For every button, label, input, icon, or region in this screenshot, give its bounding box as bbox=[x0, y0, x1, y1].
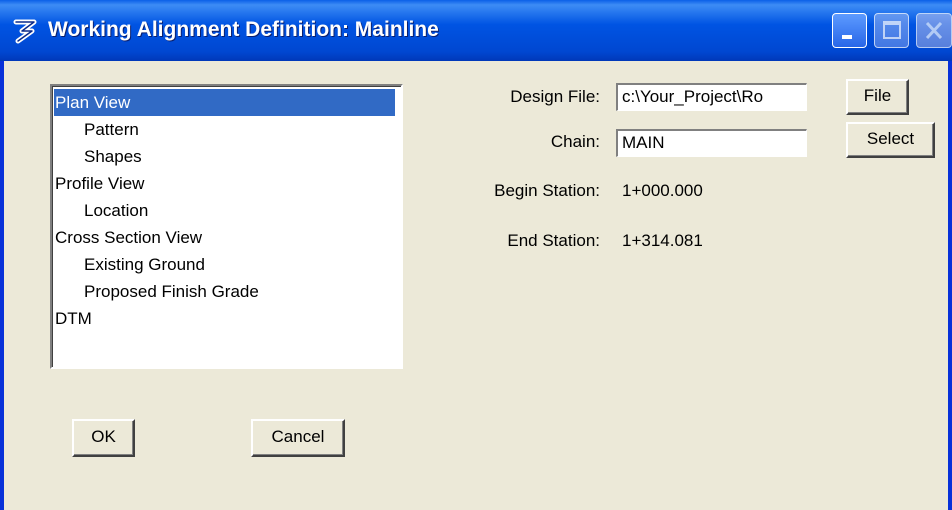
design-file-label: Design File: bbox=[510, 87, 600, 106]
tree-item-proposed-finish-grade[interactable]: Proposed Finish Grade bbox=[54, 278, 395, 305]
tree-item-location[interactable]: Location bbox=[54, 197, 395, 224]
tree-item-shapes[interactable]: Shapes bbox=[54, 143, 395, 170]
title-bar[interactable]: Working Alignment Definition: Mainline bbox=[0, 0, 952, 61]
begin-station-value: 1+000.000 bbox=[622, 181, 703, 200]
chain-label: Chain: bbox=[550, 132, 600, 151]
chain-field[interactable]: MAIN bbox=[616, 129, 807, 157]
maximize-icon bbox=[874, 13, 909, 48]
cancel-button[interactable]: Cancel bbox=[251, 419, 345, 457]
ok-button[interactable]: OK bbox=[72, 419, 135, 457]
app-logo-icon bbox=[13, 19, 37, 44]
design-file-field[interactable]: c:\Your_Project\Ro bbox=[616, 83, 807, 111]
begin-station-label: Begin Station: bbox=[494, 181, 600, 200]
dialog-window: Working Alignment Definition: Mainline P… bbox=[0, 0, 952, 510]
tree-item-dtm[interactable]: DTM bbox=[54, 305, 395, 332]
file-button[interactable]: File bbox=[846, 79, 909, 115]
end-station-value: 1+314.081 bbox=[622, 231, 703, 250]
end-station-label: End Station: bbox=[507, 231, 600, 250]
view-tree-list[interactable]: Plan View Pattern Shapes Profile View Lo… bbox=[50, 84, 403, 369]
minimize-icon[interactable] bbox=[832, 13, 867, 48]
tree-item-existing-ground[interactable]: Existing Ground bbox=[54, 251, 395, 278]
tree-item-cross-section-view[interactable]: Cross Section View bbox=[54, 224, 395, 251]
tree-item-plan-view[interactable]: Plan View bbox=[54, 89, 395, 116]
select-button[interactable]: Select bbox=[846, 122, 935, 158]
close-icon bbox=[916, 13, 952, 48]
tree-item-profile-view[interactable]: Profile View bbox=[54, 170, 395, 197]
tree-item-pattern[interactable]: Pattern bbox=[54, 116, 395, 143]
window-title: Working Alignment Definition: Mainline bbox=[48, 18, 439, 41]
